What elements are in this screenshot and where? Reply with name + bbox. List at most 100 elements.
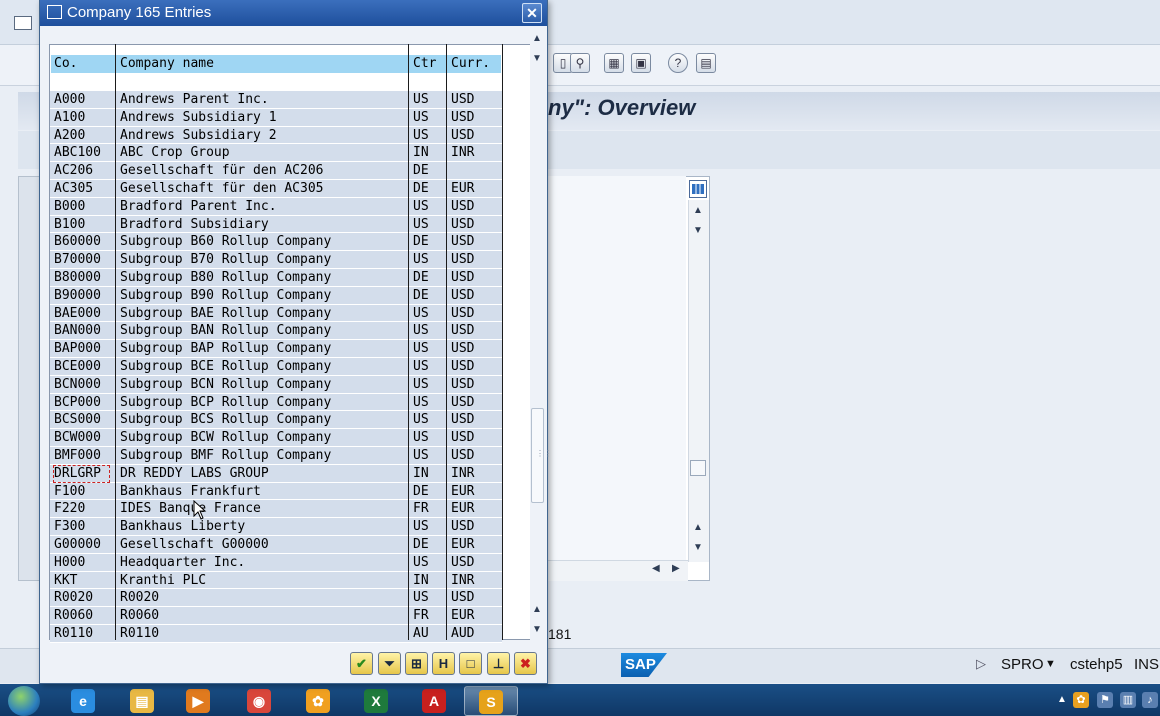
scroll-right-arrow-icon[interactable]: ▶ <box>672 563 680 574</box>
cell-currency[interactable]: USD <box>451 447 501 465</box>
start-button[interactable] <box>8 686 40 716</box>
cell-company-name[interactable]: Bradford Parent Inc. <box>120 198 407 216</box>
cell-company-name[interactable]: Subgroup BAE Rollup Company <box>120 305 407 323</box>
cell-company-code[interactable]: ABC100 <box>54 144 114 162</box>
list-page-down-icon[interactable]: ▼ <box>532 624 542 635</box>
cell-currency[interactable]: USD <box>451 554 501 572</box>
cell-country[interactable]: DE <box>413 269 445 287</box>
customize-layout-icon[interactable]: ▤ <box>696 53 716 73</box>
insert-mode[interactable]: INS <box>1134 656 1159 673</box>
cell-company-name[interactable]: IDES Banque France <box>120 500 407 518</box>
taskbar-internet-explorer-button[interactable]: e <box>57 686 111 716</box>
layout-icon[interactable]: ▦ <box>604 53 624 73</box>
cell-company-code[interactable]: AC305 <box>54 180 114 198</box>
cell-company-name[interactable]: R0110 <box>120 625 407 643</box>
close-icon[interactable]: ✕ <box>522 3 542 23</box>
cell-company-code[interactable]: BCE000 <box>54 358 114 376</box>
column-settings-icon[interactable] <box>689 180 707 198</box>
new-selection-button[interactable]: ⊞ <box>405 652 428 675</box>
cell-country[interactable]: DE <box>413 483 445 501</box>
cell-country[interactable]: FR <box>413 607 445 625</box>
cell-currency[interactable]: USD <box>451 589 501 607</box>
cell-company-code[interactable]: BCP000 <box>54 394 114 412</box>
cell-country[interactable]: DE <box>413 162 445 180</box>
cell-currency[interactable]: EUR <box>451 536 501 554</box>
cell-country[interactable]: US <box>413 411 445 429</box>
cell-company-code[interactable]: F220 <box>54 500 114 518</box>
page-down-arrow-icon[interactable]: ▼ <box>693 542 703 553</box>
cell-currency[interactable]: USD <box>451 411 501 429</box>
cell-currency[interactable]: USD <box>451 198 501 216</box>
system-menu-icon[interactable] <box>14 16 32 30</box>
cell-company-name[interactable]: Gesellschaft G00000 <box>120 536 407 554</box>
cell-country[interactable]: IN <box>413 465 445 483</box>
cell-company-name[interactable]: R0060 <box>120 607 407 625</box>
cell-company-name[interactable]: R0020 <box>120 589 407 607</box>
shortcut-icon[interactable]: ▣ <box>631 53 651 73</box>
transaction-code[interactable]: SPRO <box>1001 656 1044 673</box>
network-icon[interactable]: ▥ <box>1120 692 1136 708</box>
cell-country[interactable]: US <box>413 429 445 447</box>
cell-company-code[interactable]: R0110 <box>54 625 114 643</box>
taskbar-file-explorer-button[interactable]: ▤ <box>116 686 170 716</box>
save-button[interactable]: H <box>432 652 455 675</box>
cell-currency[interactable]: USD <box>451 429 501 447</box>
cell-company-name[interactable]: Subgroup BCS Rollup Company <box>120 411 407 429</box>
cell-country[interactable]: US <box>413 518 445 536</box>
cell-currency[interactable]: EUR <box>451 180 501 198</box>
cell-company-code[interactable]: A200 <box>54 127 114 145</box>
cell-country[interactable]: IN <box>413 144 445 162</box>
cell-company-name[interactable]: Subgroup BCE Rollup Company <box>120 358 407 376</box>
cell-currency[interactable]: USD <box>451 340 501 358</box>
cell-company-code[interactable]: KKT <box>54 572 114 590</box>
cell-company-name[interactable]: Gesellschaft für den AC305 <box>120 180 407 198</box>
cell-currency[interactable]: EUR <box>451 500 501 518</box>
volume-icon[interactable]: ♪ <box>1142 692 1158 708</box>
cell-company-name[interactable]: Kranthi PLC <box>120 572 407 590</box>
cell-company-name[interactable]: Gesellschaft für den AC206 <box>120 162 407 180</box>
cell-currency[interactable]: AUD <box>451 625 501 643</box>
vertical-scrollbar[interactable] <box>688 200 709 562</box>
cell-company-name[interactable]: ABC Crop Group <box>120 144 407 162</box>
find-icon[interactable]: ⚲ <box>570 53 590 73</box>
cell-country[interactable]: US <box>413 305 445 323</box>
tray-expand-icon[interactable]: ▲ <box>1054 692 1070 708</box>
cell-country[interactable]: DE <box>413 180 445 198</box>
cell-company-code[interactable]: BAE000 <box>54 305 114 323</box>
cell-country[interactable]: US <box>413 340 445 358</box>
cell-currency[interactable]: USD <box>451 287 501 305</box>
play-arrow-icon[interactable]: ▷ <box>976 656 986 672</box>
cell-country[interactable]: DE <box>413 233 445 251</box>
cell-country[interactable]: DE <box>413 536 445 554</box>
cell-currency[interactable] <box>451 162 501 180</box>
continue-button[interactable]: ✔ <box>350 652 373 675</box>
cell-currency[interactable]: USD <box>451 91 501 109</box>
list-page-up-icon[interactable]: ▲ <box>532 604 542 615</box>
cell-country[interactable]: US <box>413 251 445 269</box>
cell-country[interactable]: FR <box>413 500 445 518</box>
cell-company-code[interactable]: AC206 <box>54 162 114 180</box>
cell-country[interactable]: US <box>413 198 445 216</box>
cell-currency[interactable]: USD <box>451 216 501 234</box>
scroll-up-arrow-icon[interactable]: ▲ <box>693 205 703 216</box>
cell-company-name[interactable]: Subgroup BCN Rollup Company <box>120 376 407 394</box>
cell-company-name[interactable]: Subgroup BAN Rollup Company <box>120 322 407 340</box>
cell-company-code[interactable]: B000 <box>54 198 114 216</box>
cell-currency[interactable]: USD <box>451 269 501 287</box>
cell-company-name[interactable]: Bradford Subsidiary <box>120 216 407 234</box>
taskbar-chrome-button[interactable]: ◉ <box>233 686 287 716</box>
cell-company-code[interactable]: B100 <box>54 216 114 234</box>
cell-country[interactable]: US <box>413 322 445 340</box>
cell-company-name[interactable]: Subgroup BAP Rollup Company <box>120 340 407 358</box>
restrictions-button[interactable]: ⏷ <box>378 652 401 675</box>
cell-country[interactable]: US <box>413 127 445 145</box>
horizontal-scrollbar[interactable] <box>548 560 688 581</box>
cell-company-code[interactable]: B90000 <box>54 287 114 305</box>
cell-currency[interactable]: USD <box>451 305 501 323</box>
cell-company-name[interactable]: Andrews Parent Inc. <box>120 91 407 109</box>
cell-company-name[interactable]: Andrews Subsidiary 1 <box>120 109 407 127</box>
cell-currency[interactable]: INR <box>451 465 501 483</box>
cell-company-code[interactable]: BMF000 <box>54 447 114 465</box>
cell-company-code[interactable]: A000 <box>54 91 114 109</box>
scroll-down-arrow-icon[interactable]: ▼ <box>693 225 703 236</box>
